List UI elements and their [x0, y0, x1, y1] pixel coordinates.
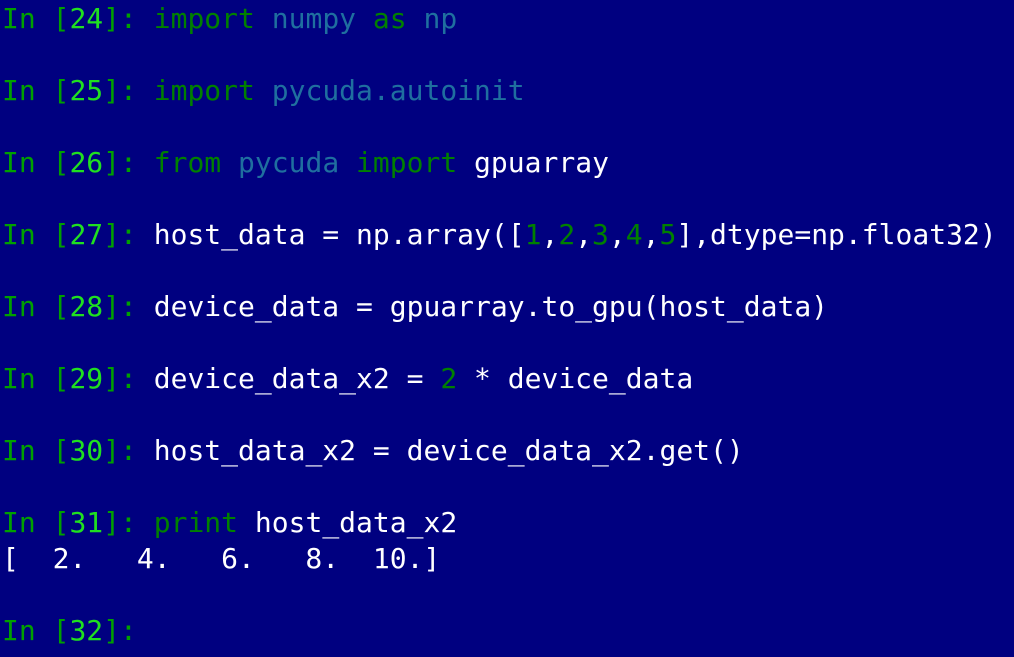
input-line-25: In [25]: import pycuda.autoinit	[2, 74, 525, 108]
output-line: [ 2. 4. 6. 8. 10.]	[2, 542, 440, 576]
prompt-bracket-open: [	[35, 2, 70, 35]
code-text: host_data = np.array([	[153, 218, 525, 251]
code-keyword: import	[153, 74, 255, 107]
input-line-24: In [24]: import numpy as np	[2, 2, 457, 36]
prompt-number: 31	[69, 506, 104, 539]
code-text: device_data = gpuarray.to_gpu(host_data)	[153, 290, 829, 323]
code-text: host_data_x2 = device_data_x2.get()	[153, 434, 744, 467]
code-keyword: import	[153, 2, 255, 35]
code-module: pycuda.autoinit	[271, 74, 525, 107]
code-text: ,	[575, 218, 593, 251]
code-module: numpy	[271, 2, 357, 35]
code-text: host_data_x2	[238, 506, 458, 539]
prompt-bracket-close: ]:	[103, 434, 154, 467]
prompt-number: 25	[69, 74, 104, 107]
input-line-32[interactable]: In [32]:	[2, 614, 154, 648]
code-text: * device_data	[457, 362, 694, 395]
code-keyword: print	[153, 506, 239, 539]
prompt-bracket-open: [	[35, 506, 70, 539]
prompt-number: 26	[69, 146, 104, 179]
prompt-number: 29	[69, 362, 104, 395]
code-number: 5	[659, 218, 677, 251]
prompt-bracket-open: [	[35, 362, 70, 395]
prompt-bracket-open: [	[35, 434, 70, 467]
input-line-27: In [27]: host_data = np.array([1,2,3,4,5…	[2, 218, 997, 252]
prompt-in-label: In	[2, 362, 36, 395]
prompt-bracket-close: ]:	[103, 290, 154, 323]
code-number: 3	[592, 218, 609, 251]
code-keyword: as	[372, 2, 407, 35]
prompt-bracket-close: ]:	[103, 146, 154, 179]
code-text: gpuarray	[457, 146, 609, 179]
ipython-terminal[interactable]: In [24]: import numpy as np In [25]: imp…	[0, 0, 1014, 657]
prompt-bracket-close: ]:	[103, 74, 154, 107]
prompt-number: 28	[69, 290, 104, 323]
code-keyword: import	[356, 146, 458, 179]
prompt-in-label: In	[2, 74, 36, 107]
input-line-28: In [28]: device_data = gpuarray.to_gpu(h…	[2, 290, 828, 324]
prompt-bracket-open: [	[35, 74, 70, 107]
code-number: 2	[440, 362, 458, 395]
code-module: pycuda	[238, 146, 340, 179]
prompt-number: 30	[69, 434, 104, 467]
code-number: 4	[625, 218, 643, 251]
code-text: device_data_x2 =	[153, 362, 441, 395]
prompt-bracket-open: [	[35, 146, 70, 179]
prompt-number: 24	[69, 2, 104, 35]
prompt-in-label: In	[2, 290, 36, 323]
input-line-31: In [31]: print host_data_x2	[2, 506, 457, 540]
prompt-number: 27	[69, 218, 104, 251]
code-text: ],dtype=np.float32)	[676, 218, 997, 251]
prompt-bracket-close: ]:	[103, 218, 154, 251]
prompt-number: 32	[69, 614, 104, 647]
code-text: ,	[608, 218, 626, 251]
prompt-bracket-close: ]:	[103, 2, 154, 35]
prompt-in-label: In	[2, 146, 36, 179]
prompt-in-label: In	[2, 506, 36, 539]
prompt-in-label: In	[2, 218, 36, 251]
code-text: ,	[541, 218, 559, 251]
code-text: ,	[642, 218, 660, 251]
prompt-bracket-open: [	[35, 218, 70, 251]
prompt-in-label: In	[2, 434, 36, 467]
code-keyword: from	[153, 146, 222, 179]
output-text: [ 2. 4. 6. 8. 10.]	[2, 542, 441, 575]
code-module: np	[423, 2, 458, 35]
code-number: 1	[524, 218, 542, 251]
prompt-bracket-close: ]:	[103, 506, 154, 539]
prompt-in-label: In	[2, 614, 36, 647]
input-line-26: In [26]: from pycuda import gpuarray	[2, 146, 609, 180]
code-number: 2	[558, 218, 576, 251]
input-line-29: In [29]: device_data_x2 = 2 * device_dat…	[2, 362, 693, 396]
input-line-30: In [30]: host_data_x2 = device_data_x2.g…	[2, 434, 744, 468]
prompt-in-label: In	[2, 2, 36, 35]
prompt-bracket-open: [	[35, 614, 70, 647]
prompt-bracket-close: ]:	[103, 362, 154, 395]
prompt-bracket-open: [	[35, 290, 70, 323]
prompt-bracket-close: ]:	[103, 614, 154, 647]
